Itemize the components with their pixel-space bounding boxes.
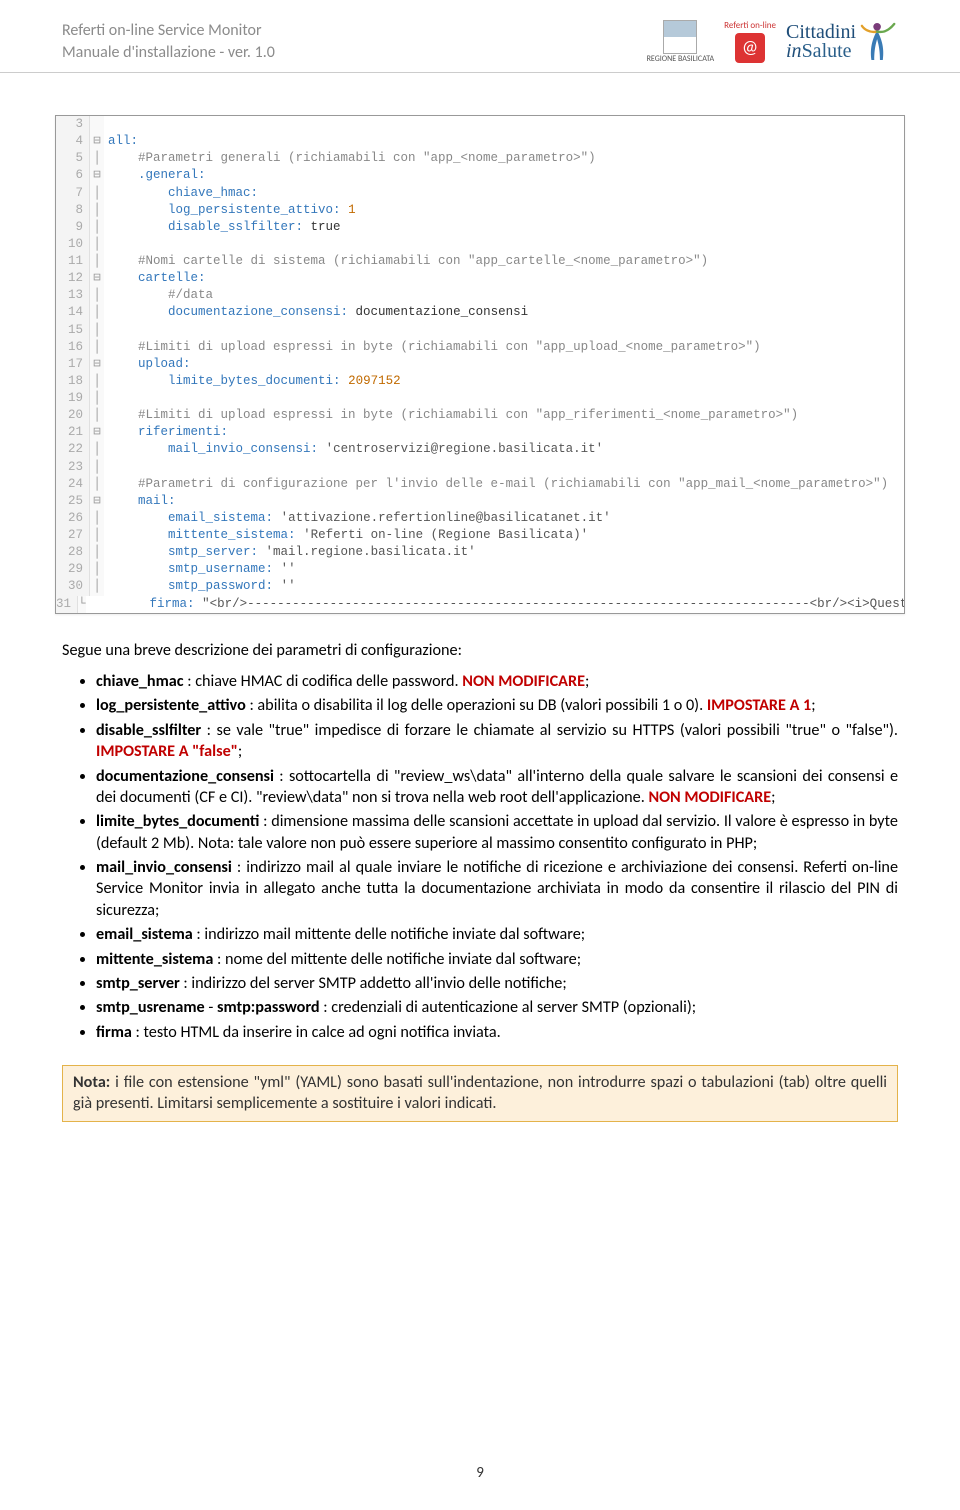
note-text: i file con estensione "yml" (YAML) sono … xyxy=(73,1073,887,1113)
list-item: mail_invio_consensi : indirizzo mail al … xyxy=(96,857,898,921)
code-line: 21⊟ riferimenti: xyxy=(56,424,904,441)
code-line: 24│ #Parametri di configurazione per l'i… xyxy=(56,476,904,493)
at-icon: @ xyxy=(735,33,765,63)
in-word: in xyxy=(786,40,802,62)
header-title: Referti on-line Service Monitor Manuale … xyxy=(62,20,275,63)
code-line: 19│ xyxy=(56,390,904,407)
list-item: smtp_server : indirizzo del server SMTP … xyxy=(96,973,898,994)
header-line2: Manuale d'installazione - ver. 1.0 xyxy=(62,42,275,64)
regione-logo: REGIONE BASILICATA xyxy=(647,20,715,64)
code-line: 23│ xyxy=(56,459,904,476)
code-line: 11│ #Nomi cartelle di sistema (richiamab… xyxy=(56,253,904,270)
code-line: 13│ #/data xyxy=(56,287,904,304)
header-logos: REGIONE BASILICATA Referti on-line @ Cit… xyxy=(647,20,898,64)
code-line: 20│ #Limiti di upload espressi in byte (… xyxy=(56,407,904,424)
cittadini-logo: Cittadini inSalute xyxy=(786,20,898,64)
code-line: 16│ #Limiti di upload espressi in byte (… xyxy=(56,339,904,356)
body-content: Segue una breve descrizione dei parametr… xyxy=(62,640,898,1043)
code-line: 22│ mail_invio_consensi: 'centroservizi@… xyxy=(56,441,904,458)
code-line: 7│ chiave_hmac: xyxy=(56,185,904,202)
code-line: 17⊟ upload: xyxy=(56,356,904,373)
code-line: 9│ disable_sslfilter: true xyxy=(56,219,904,236)
code-line: 29│ smtp_username: '' xyxy=(56,561,904,578)
code-line: 12⊟ cartelle: xyxy=(56,270,904,287)
code-line: 8│ log_persistente_attivo: 1 xyxy=(56,202,904,219)
list-item: mittente_sistema : nome del mittente del… xyxy=(96,949,898,970)
code-line: 30│ smtp_password: '' xyxy=(56,578,904,595)
page-number: 9 xyxy=(0,1464,960,1482)
code-line: 31└ firma: "<br/>-----------------------… xyxy=(56,596,904,613)
code-line: 25⊟ mail: xyxy=(56,493,904,510)
salute-word: Salute xyxy=(802,40,852,62)
code-line: 26│ email_sistema: 'attivazione.refertio… xyxy=(56,510,904,527)
header-line1: Referti on-line Service Monitor xyxy=(62,20,275,42)
intro-paragraph: Segue una breve descrizione dei parametr… xyxy=(62,640,898,661)
code-line: 6⊟ .general: xyxy=(56,167,904,184)
page-header: Referti on-line Service Monitor Manuale … xyxy=(0,0,960,73)
code-line: 4⊟all: xyxy=(56,133,904,150)
human-icon xyxy=(860,20,898,64)
code-line: 5│ #Parametri generali (richiamabili con… xyxy=(56,150,904,167)
note-box: Nota: i file con estensione "yml" (YAML)… xyxy=(62,1065,898,1122)
list-item: email_sistema : indirizzo mail mittente … xyxy=(96,924,898,945)
list-item: documentazione_consensi : sottocartella … xyxy=(96,766,898,809)
code-line: 15│ xyxy=(56,322,904,339)
list-item: log_persistente_attivo : abilita o disab… xyxy=(96,695,898,716)
code-line: 10│ xyxy=(56,236,904,253)
referti-logo: Referti on-line @ xyxy=(724,21,776,62)
code-line: 28│ smtp_server: 'mail.regione.basilicat… xyxy=(56,544,904,561)
code-line: 27│ mittente_sistema: 'Referti on-line (… xyxy=(56,527,904,544)
code-line: 14│ documentazione_consensi: documentazi… xyxy=(56,304,904,321)
code-line: 18│ limite_bytes_documenti: 2097152 xyxy=(56,373,904,390)
referti-label: Referti on-line xyxy=(724,21,776,30)
list-item: limite_bytes_documenti : dimensione mass… xyxy=(96,811,898,854)
code-line: 3 xyxy=(56,116,904,133)
list-item: smtp_usrename - smtp:password : credenzi… xyxy=(96,997,898,1018)
regione-label: REGIONE BASILICATA xyxy=(647,54,715,64)
code-editor-panel: 3 4⊟all:5│ #Parametri generali (richiama… xyxy=(55,115,905,614)
list-item: chiave_hmac : chiave HMAC di codifica de… xyxy=(96,671,898,692)
list-item: firma : testo HTML da inserire in calce … xyxy=(96,1022,898,1043)
list-item: disable_sslfilter : se vale "true" imped… xyxy=(96,720,898,763)
parameter-list: chiave_hmac : chiave HMAC di codifica de… xyxy=(96,671,898,1043)
